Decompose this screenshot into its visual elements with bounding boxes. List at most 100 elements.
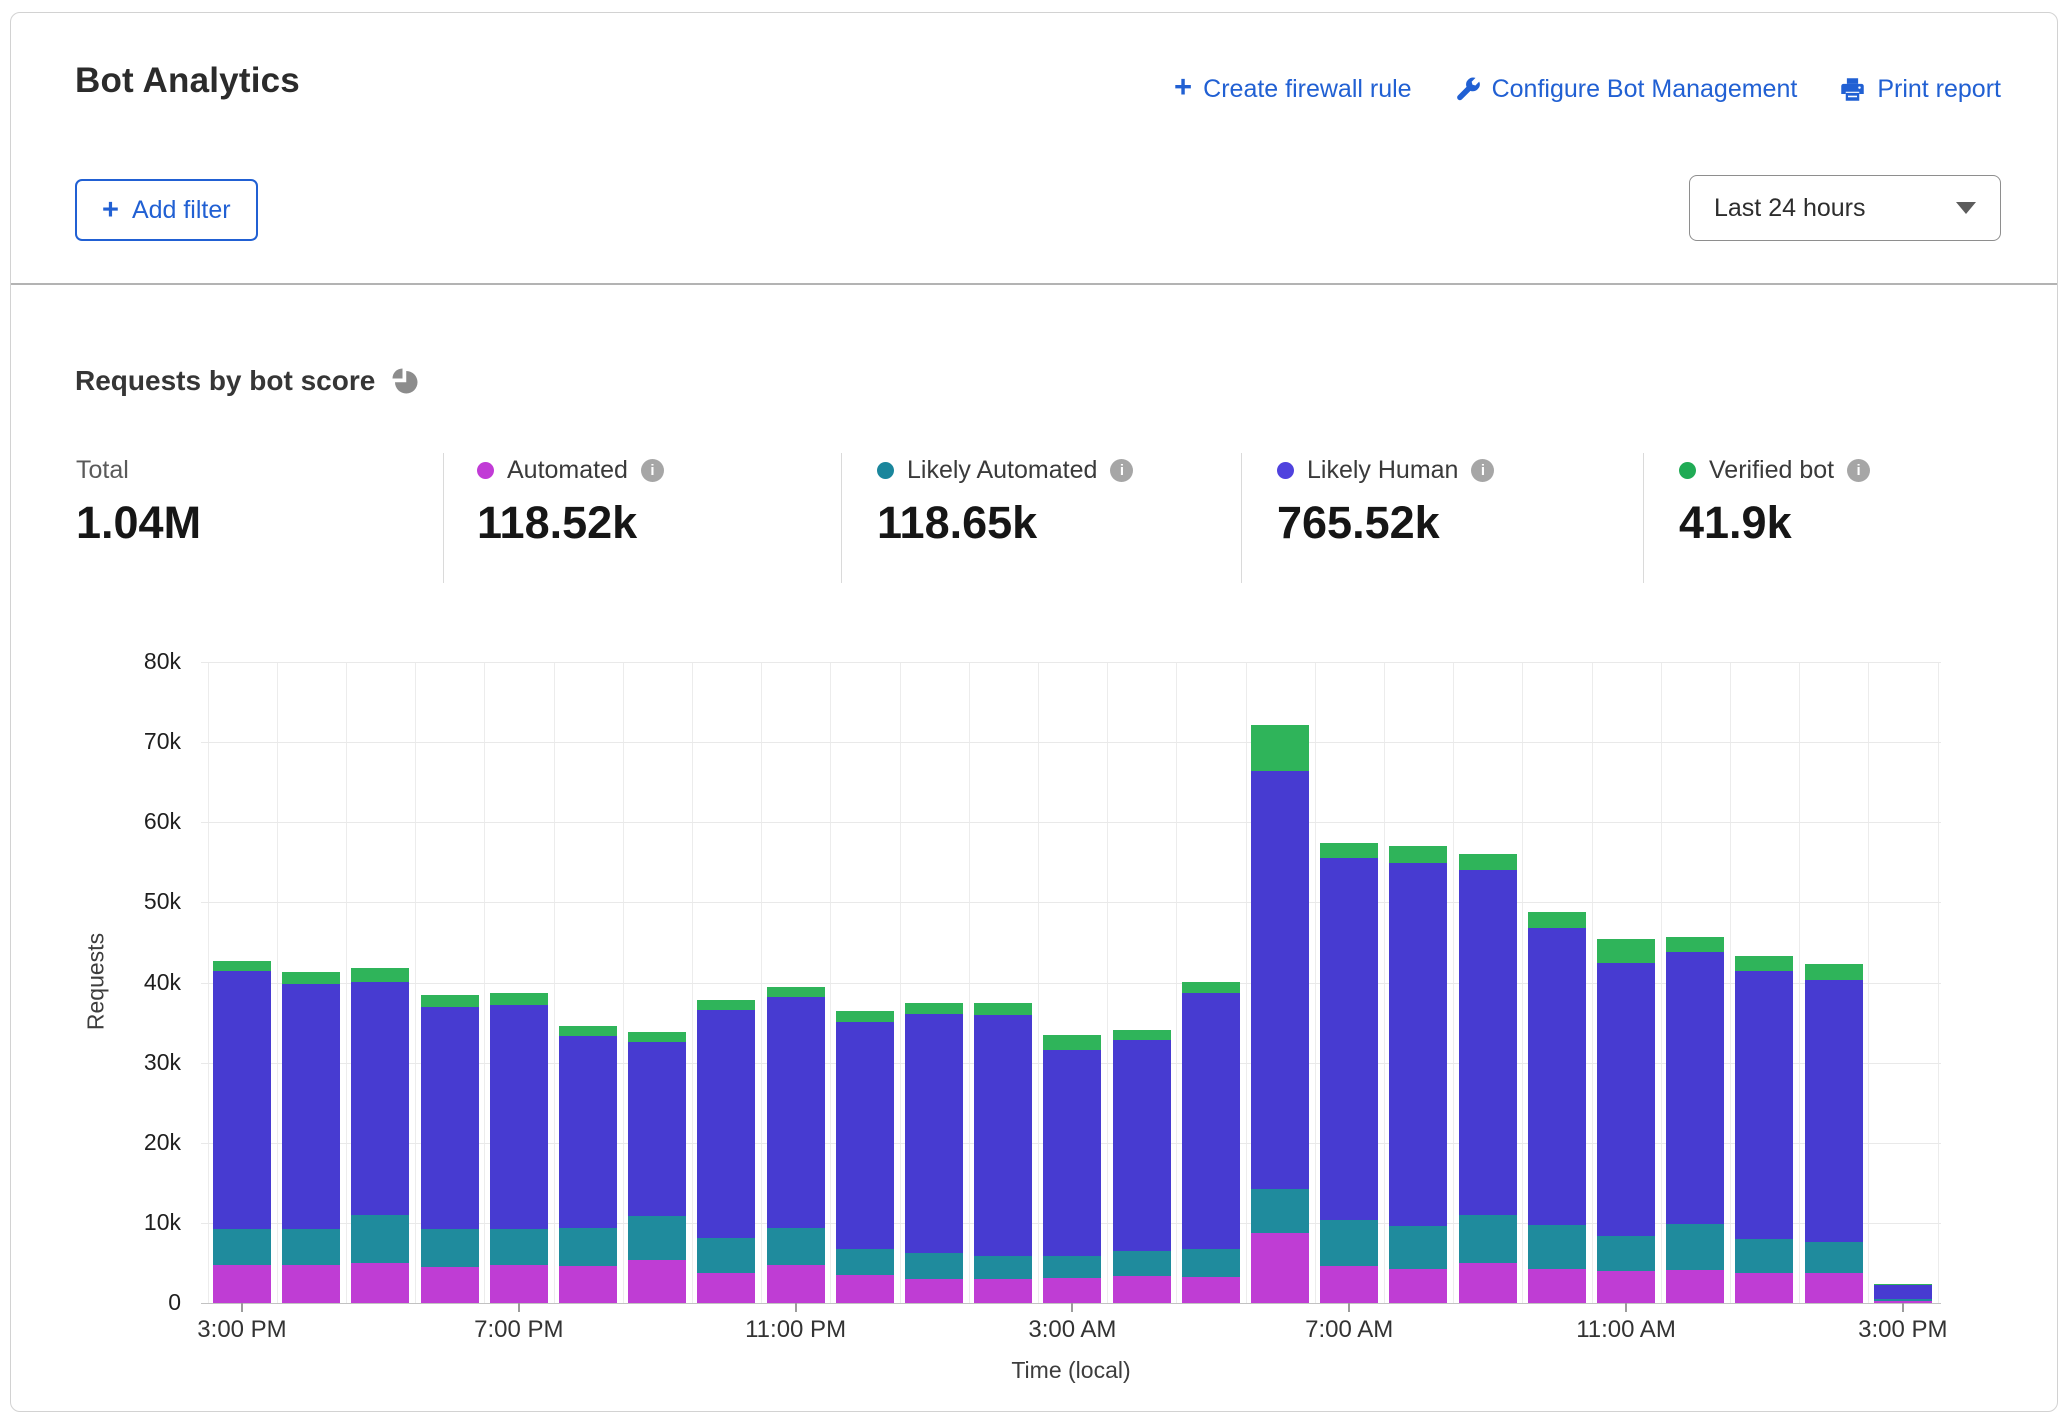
bar-200pm-likely_automated[interactable] (1805, 1242, 1863, 1272)
bar-300am-likely_human[interactable] (1043, 1050, 1101, 1256)
bar-700am-verified_bot[interactable] (1320, 843, 1378, 857)
bar-1200pm-likely_automated[interactable] (1666, 1224, 1724, 1271)
bar-100pm-verified_bot[interactable] (1735, 956, 1793, 971)
bar-200am-likely_human[interactable] (974, 1015, 1032, 1256)
bar-700am-likely_human[interactable] (1320, 858, 1378, 1220)
bar-200pm-likely_human[interactable] (1805, 980, 1863, 1242)
bar-600pm-likely_automated[interactable] (421, 1229, 479, 1267)
bar-400am-likely_human[interactable] (1113, 1040, 1171, 1251)
bar-1200am-automated[interactable] (836, 1275, 894, 1303)
bar-700pm-verified_bot[interactable] (490, 993, 548, 1005)
bar-600pm-automated[interactable] (421, 1267, 479, 1303)
bar-800am-automated[interactable] (1389, 1269, 1447, 1303)
bar-500pm-likely_automated[interactable] (351, 1215, 409, 1263)
bar-1000pm-automated[interactable] (697, 1273, 755, 1303)
bar-800am-likely_automated[interactable] (1389, 1226, 1447, 1269)
bar-900pm-verified_bot[interactable] (628, 1032, 686, 1042)
bar-100pm-automated[interactable] (1735, 1273, 1793, 1303)
bar-1000am-likely_automated[interactable] (1528, 1225, 1586, 1268)
action-configure-bot-management[interactable]: Configure Bot Management (1454, 75, 1798, 104)
info-icon[interactable]: i (1471, 459, 1494, 482)
bar-300pm-automated[interactable] (213, 1265, 271, 1303)
bar-500am-likely_automated[interactable] (1182, 1249, 1240, 1278)
bar-500pm-likely_human[interactable] (351, 982, 409, 1215)
bar-800pm-likely_automated[interactable] (559, 1228, 617, 1267)
bar-1200pm-automated[interactable] (1666, 1270, 1724, 1303)
bar-100am-automated[interactable] (905, 1279, 963, 1303)
bar-1000am-likely_human[interactable] (1528, 928, 1586, 1225)
bar-1200am-likely_human[interactable] (836, 1022, 894, 1249)
info-icon[interactable]: i (641, 459, 664, 482)
bar-1100am-likely_human[interactable] (1597, 963, 1655, 1235)
bar-400am-automated[interactable] (1113, 1276, 1171, 1303)
bar-1000pm-likely_human[interactable] (697, 1010, 755, 1238)
bar-1200am-likely_automated[interactable] (836, 1249, 894, 1275)
bar-900pm-automated[interactable] (628, 1260, 686, 1303)
bar-1000am-automated[interactable] (1528, 1269, 1586, 1304)
bar-500am-verified_bot[interactable] (1182, 982, 1240, 993)
bar-600am-likely_automated[interactable] (1251, 1189, 1309, 1233)
bar-700pm-likely_automated[interactable] (490, 1228, 548, 1264)
bar-100am-likely_human[interactable] (905, 1014, 963, 1254)
bar-800am-verified_bot[interactable] (1389, 846, 1447, 864)
bar-1200pm-verified_bot[interactable] (1666, 937, 1724, 952)
bar-100pm-likely_human[interactable] (1735, 971, 1793, 1239)
bar-400pm-likely_human[interactable] (282, 984, 340, 1228)
bar-900am-likely_human[interactable] (1459, 870, 1517, 1215)
bar-500pm-automated[interactable] (351, 1263, 409, 1303)
bar-200am-verified_bot[interactable] (974, 1003, 1032, 1014)
bar-400pm-likely_automated[interactable] (282, 1228, 340, 1264)
bar-1100am-automated[interactable] (1597, 1271, 1655, 1303)
bar-300am-verified_bot[interactable] (1043, 1035, 1101, 1050)
bar-600am-verified_bot[interactable] (1251, 725, 1309, 772)
bar-500am-automated[interactable] (1182, 1277, 1240, 1303)
time-range-dropdown[interactable]: Last 24 hours (1689, 175, 2001, 241)
bar-700am-likely_automated[interactable] (1320, 1220, 1378, 1267)
bar-1100pm-automated[interactable] (767, 1265, 825, 1303)
bar-300am-likely_automated[interactable] (1043, 1256, 1101, 1278)
bar-1100pm-verified_bot[interactable] (767, 987, 825, 997)
bar-200am-likely_automated[interactable] (974, 1256, 1032, 1279)
bar-600pm-likely_human[interactable] (421, 1007, 479, 1229)
bar-900pm-likely_automated[interactable] (628, 1216, 686, 1260)
bar-800pm-likely_human[interactable] (559, 1036, 617, 1228)
bar-400pm-verified_bot[interactable] (282, 972, 340, 984)
bar-100am-verified_bot[interactable] (905, 1003, 963, 1013)
bar-700pm-automated[interactable] (490, 1265, 548, 1304)
bar-800am-likely_human[interactable] (1389, 863, 1447, 1226)
bar-300pm-likely_human[interactable] (1874, 1285, 1932, 1299)
action-print-report[interactable]: Print report (1839, 75, 2001, 104)
bar-500am-likely_human[interactable] (1182, 993, 1240, 1249)
bar-1100am-verified_bot[interactable] (1597, 939, 1655, 963)
bar-800pm-automated[interactable] (559, 1266, 617, 1303)
bar-600am-likely_human[interactable] (1251, 771, 1309, 1189)
bar-900am-verified_bot[interactable] (1459, 854, 1517, 870)
add-filter-button[interactable]: + Add filter (75, 179, 258, 241)
bar-900am-likely_automated[interactable] (1459, 1215, 1517, 1263)
bar-1100pm-likely_automated[interactable] (767, 1228, 825, 1266)
bar-1200am-verified_bot[interactable] (836, 1011, 894, 1022)
bar-700am-automated[interactable] (1320, 1266, 1378, 1303)
bar-1000am-verified_bot[interactable] (1528, 912, 1586, 928)
bar-300pm-likely_automated[interactable] (213, 1228, 271, 1265)
bar-300am-automated[interactable] (1043, 1278, 1101, 1303)
bar-200pm-verified_bot[interactable] (1805, 964, 1863, 980)
bar-100pm-likely_automated[interactable] (1735, 1239, 1793, 1273)
bar-200pm-automated[interactable] (1805, 1273, 1863, 1303)
bar-200am-automated[interactable] (974, 1279, 1032, 1303)
bar-900am-automated[interactable] (1459, 1263, 1517, 1303)
bar-900pm-likely_human[interactable] (628, 1042, 686, 1216)
bar-800pm-verified_bot[interactable] (559, 1026, 617, 1036)
bar-300pm-verified_bot[interactable] (213, 961, 271, 971)
info-icon[interactable]: i (1110, 459, 1133, 482)
bar-100am-likely_automated[interactable] (905, 1253, 963, 1279)
action-create-firewall-rule[interactable]: +Create firewall rule (1174, 75, 1412, 104)
bar-500pm-verified_bot[interactable] (351, 968, 409, 982)
bar-600am-automated[interactable] (1251, 1233, 1309, 1303)
bar-1000pm-likely_automated[interactable] (697, 1238, 755, 1273)
bar-300pm-likely_human[interactable] (213, 971, 271, 1228)
bar-1100pm-likely_human[interactable] (767, 997, 825, 1228)
bar-1000pm-verified_bot[interactable] (697, 1000, 755, 1010)
info-icon[interactable]: i (1847, 459, 1870, 482)
bar-600pm-verified_bot[interactable] (421, 995, 479, 1007)
